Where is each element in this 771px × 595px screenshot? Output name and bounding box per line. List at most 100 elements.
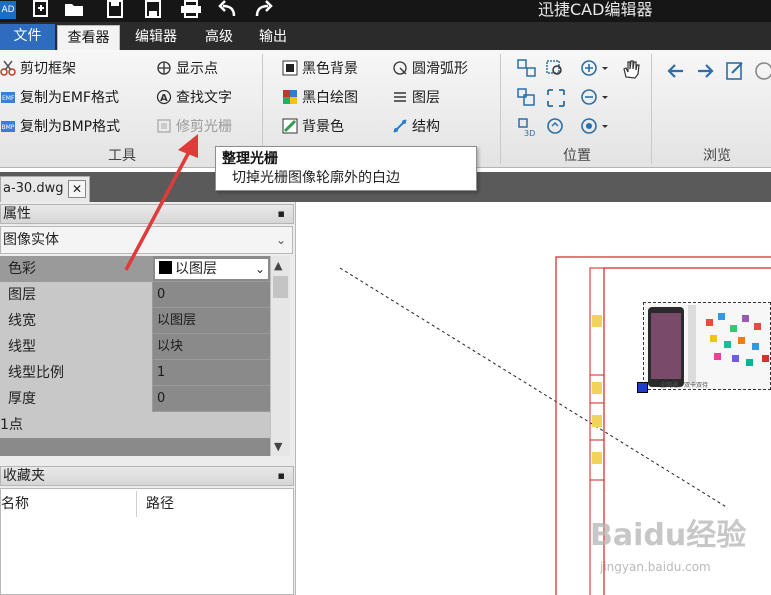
smooth-arc-button[interactable]: 圆滑弧形 xyxy=(392,58,468,80)
scroll-down-icon[interactable]: ▼ xyxy=(274,440,282,453)
save-icon[interactable] xyxy=(102,0,128,20)
property-section-row[interactable]: 1点 xyxy=(0,412,270,438)
arrow-left-icon[interactable] xyxy=(665,60,687,82)
trim-raster-tooltip: 整理光栅 切掉光栅图像轮廓外的白边 xyxy=(215,146,477,191)
new-icon[interactable] xyxy=(28,0,54,20)
raster-image[interactable] xyxy=(643,302,771,390)
favorites-panel-header: 收藏夹 ▪ xyxy=(0,466,294,486)
property-row[interactable]: 线宽 以图层 xyxy=(0,308,270,334)
tab-output[interactable]: 输出 xyxy=(250,25,296,50)
pan-hand-icon[interactable] xyxy=(620,58,642,80)
tooltip-title: 整理光栅 xyxy=(222,151,278,167)
bmp-icon: BMP xyxy=(0,118,16,134)
arrow-right-icon[interactable] xyxy=(694,60,716,82)
trim-raster-label: 修剪光栅 xyxy=(176,119,232,135)
zoom-out-icon[interactable] xyxy=(580,87,612,109)
scroll-up-icon[interactable]: ▲ xyxy=(274,259,282,272)
group-divider xyxy=(651,54,652,164)
column-divider[interactable] xyxy=(136,491,137,517)
find-text-button[interactable]: A 查找文字 xyxy=(156,87,232,109)
svg-text:3D: 3D xyxy=(524,129,535,138)
color-select[interactable]: 以图层 ⌄ xyxy=(154,258,269,280)
rotate-3d-icon[interactable]: 3D xyxy=(516,116,538,138)
tab-editor[interactable]: 编辑器 xyxy=(126,25,186,50)
zoom-window-icon[interactable] xyxy=(545,58,567,80)
structure-button[interactable]: 结构 xyxy=(392,116,440,138)
structure-icon xyxy=(392,118,408,134)
property-grid-scrollbar[interactable]: ▲ ▼ xyxy=(270,256,290,456)
find-text-icon: A xyxy=(156,89,172,105)
clip-frame-button[interactable]: 剪切框架 xyxy=(0,58,76,80)
layers-label: 图层 xyxy=(412,90,440,106)
zoom-in-icon[interactable] xyxy=(580,58,612,80)
tab-file[interactable]: 文件 xyxy=(0,24,55,50)
trim-raster-button[interactable]: 修剪光栅 xyxy=(156,116,232,138)
document-tab-label: a-30.dwg xyxy=(3,181,64,196)
title-bar: AD 迅捷CAD编辑器 xyxy=(0,0,771,22)
svg-text:EMF: EMF xyxy=(2,95,15,102)
find-text-label: 查找文字 xyxy=(176,90,232,106)
favorites-column-name[interactable]: 名称 xyxy=(1,489,29,519)
emf-icon: EMF xyxy=(0,89,16,105)
grip-handle[interactable] xyxy=(637,382,648,393)
background-color-button[interactable]: 背景色 xyxy=(282,116,344,138)
property-row[interactable]: 色彩 以图层 ⌄ xyxy=(0,256,270,282)
group-label-position: 位置 xyxy=(563,148,591,164)
smooth-arc-label: 圆滑弧形 xyxy=(412,61,468,77)
structure-label: 结构 xyxy=(412,119,440,135)
chevron-down-icon: ⌄ xyxy=(254,262,265,276)
property-value[interactable]: 以块 xyxy=(155,334,270,360)
zoom-previous-icon[interactable] xyxy=(516,87,538,109)
zoom-options-icon[interactable] xyxy=(580,116,612,138)
close-icon[interactable]: ✕ xyxy=(68,180,86,198)
group-label-tools: 工具 xyxy=(108,148,136,164)
edit-page-icon[interactable] xyxy=(724,60,746,82)
property-value[interactable]: 0 xyxy=(155,282,270,308)
property-value[interactable]: 1 xyxy=(155,360,270,386)
window-title: 迅捷CAD编辑器 xyxy=(538,0,653,19)
copy-emf-button[interactable]: EMF 复制为EMF格式 xyxy=(0,87,119,109)
property-value[interactable]: 0 xyxy=(155,386,270,412)
tab-advanced[interactable]: 高级 xyxy=(196,25,242,50)
show-points-button[interactable]: 显示点 xyxy=(156,58,218,80)
open-icon[interactable] xyxy=(62,0,88,20)
raster-image-content xyxy=(648,305,769,387)
app-logo[interactable]: AD xyxy=(0,1,16,19)
black-background-button[interactable]: 黑色背景 xyxy=(282,58,358,80)
redo-icon[interactable] xyxy=(250,0,276,20)
property-row[interactable]: 线型比例 1 xyxy=(0,360,270,386)
crosshair-icon xyxy=(156,60,172,76)
tab-viewer[interactable]: 查看器 xyxy=(57,25,120,50)
layers-button[interactable]: 图层 xyxy=(392,87,440,109)
strip-label xyxy=(592,415,602,427)
document-tab[interactable]: a-30.dwg ✕ xyxy=(0,176,90,202)
copy-bmp-label: 复制为BMP格式 xyxy=(20,119,121,135)
property-value[interactable]: 以图层 xyxy=(155,308,270,334)
print-icon[interactable] xyxy=(178,0,204,20)
zoom-all-icon[interactable] xyxy=(545,87,567,109)
save-as-icon[interactable] xyxy=(140,0,166,20)
image-caption: 全网通，双卡双待 xyxy=(660,382,709,389)
property-row[interactable]: 图层 0 xyxy=(0,282,270,308)
scrollbar-thumb[interactable] xyxy=(273,276,288,298)
watermark-url: jingyan.baidu.com xyxy=(600,560,711,574)
fit-extents-icon[interactable] xyxy=(516,58,538,80)
property-grid: 色彩 以图层 ⌄ 图层 0 线宽 以图层 线型 以块 线型比例 1 厚度 0 1… xyxy=(0,256,270,456)
property-name: 线型 xyxy=(0,334,153,360)
undo-icon[interactable] xyxy=(215,0,241,20)
group-divider xyxy=(500,54,501,164)
strip-label xyxy=(592,452,602,464)
zoom-realtime-icon[interactable] xyxy=(545,116,567,138)
pin-icon[interactable]: ▪ xyxy=(278,205,285,223)
property-name: 色彩 xyxy=(0,256,153,282)
favorites-column-path[interactable]: 路径 xyxy=(146,489,174,519)
property-row[interactable]: 线型 以块 xyxy=(0,334,270,360)
property-row[interactable]: 厚度 0 xyxy=(0,386,270,412)
tooltip-description: 切掉光栅图像轮廓外的白边 xyxy=(232,170,400,186)
object-type-select[interactable]: 图像实体 ⌄ xyxy=(0,226,293,254)
pin-icon[interactable]: ▪ xyxy=(278,467,285,485)
copy-bmp-button[interactable]: BMP 复制为BMP格式 xyxy=(0,116,120,138)
bw-drawing-button[interactable]: 黑白绘图 xyxy=(282,87,358,109)
view-options-icon[interactable] xyxy=(753,60,771,82)
svg-text:A: A xyxy=(160,93,168,104)
